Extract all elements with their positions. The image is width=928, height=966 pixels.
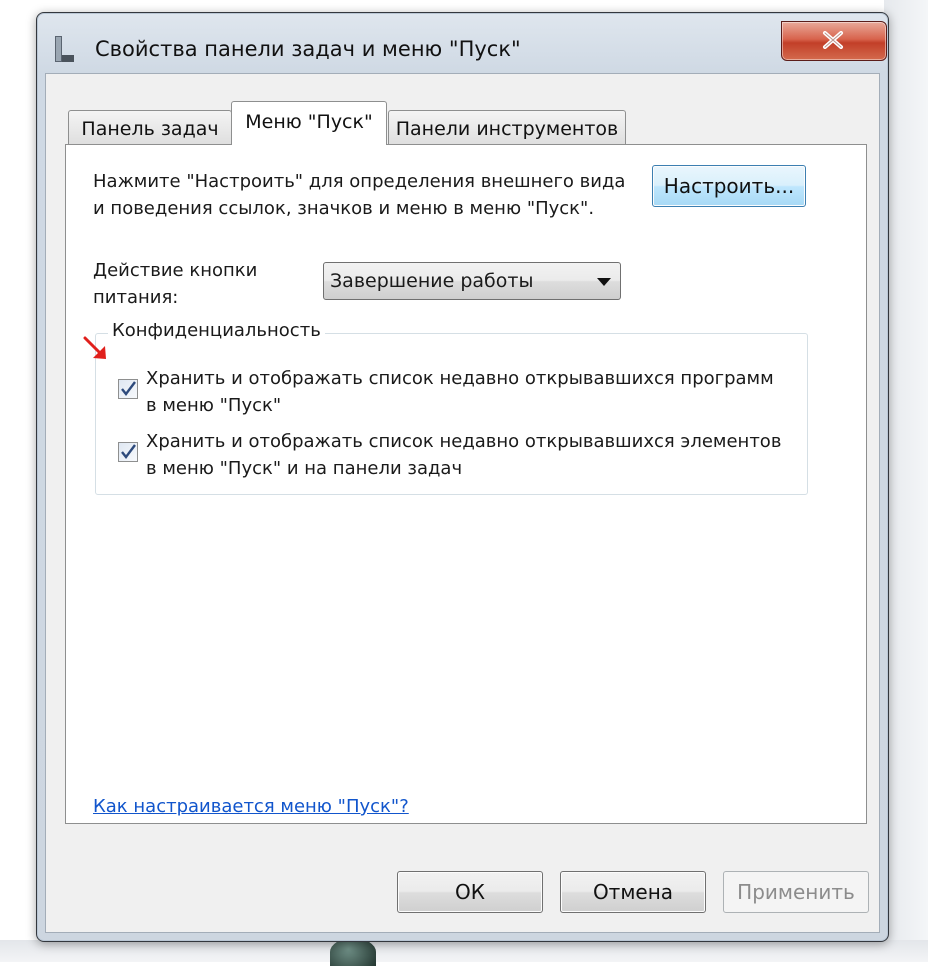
power-select-value: Завершение работы xyxy=(330,270,534,292)
privacy-legend: Конфиденциальность xyxy=(108,320,325,341)
tab-label: Панель задач xyxy=(81,118,219,140)
recent-items-checkbox[interactable] xyxy=(118,442,138,462)
taskbar-properties-dialog: Свойства панели задач и меню "Пуск" Пане… xyxy=(36,12,889,942)
cancel-button[interactable]: Отмена xyxy=(560,871,706,913)
close-button[interactable] xyxy=(781,21,887,61)
customize-description: Нажмите "Настроить" для определения внеш… xyxy=(93,171,626,219)
recent-programs-label: Хранить и отображать список недавно откр… xyxy=(146,368,774,416)
power-button-action-select[interactable]: Завершение работы xyxy=(323,262,621,300)
help-link[interactable]: Как настраивается меню "Пуск"? xyxy=(93,796,409,817)
tab-label: Меню "Пуск" xyxy=(245,111,373,133)
tab-label: Панели инструментов xyxy=(395,118,619,140)
close-icon xyxy=(823,31,843,49)
desktop-background-bottom xyxy=(0,940,928,962)
title-bar[interactable]: Свойства панели задач и меню "Пуск" xyxy=(37,13,888,73)
desktop-background-right xyxy=(884,0,928,962)
recent-programs-checkbox[interactable] xyxy=(118,379,138,399)
taskbar-properties-icon xyxy=(53,35,75,63)
checkmark-icon xyxy=(121,381,136,396)
power-button-action-label: Действие кнопки питания: xyxy=(93,257,283,311)
apply-button[interactable]: Применить xyxy=(723,871,869,913)
power-label-text: Действие кнопки питания: xyxy=(93,260,258,308)
recent-items-label: Хранить и отображать список недавно откр… xyxy=(146,431,782,479)
ok-button[interactable]: ОК xyxy=(397,871,543,913)
start-menu-tab-panel: Нажмите "Настроить" для определения внеш… xyxy=(65,144,867,824)
tab-toolbars[interactable]: Панели инструментов xyxy=(388,110,626,144)
annotation-arrow-icon xyxy=(83,336,106,359)
customize-button[interactable]: Настроить... xyxy=(652,165,806,207)
tab-start-menu[interactable]: Меню "Пуск" xyxy=(231,101,387,145)
chevron-down-icon xyxy=(597,278,611,286)
tab-taskbar[interactable]: Панель задач xyxy=(68,110,232,144)
window-title: Свойства панели задач и меню "Пуск" xyxy=(95,37,521,61)
checkmark-icon xyxy=(121,444,136,459)
privacy-group: Конфиденциальность Хранить и отображать … xyxy=(95,320,808,495)
dialog-client-area: Панель задач Меню "Пуск" Панели инструме… xyxy=(45,73,880,933)
